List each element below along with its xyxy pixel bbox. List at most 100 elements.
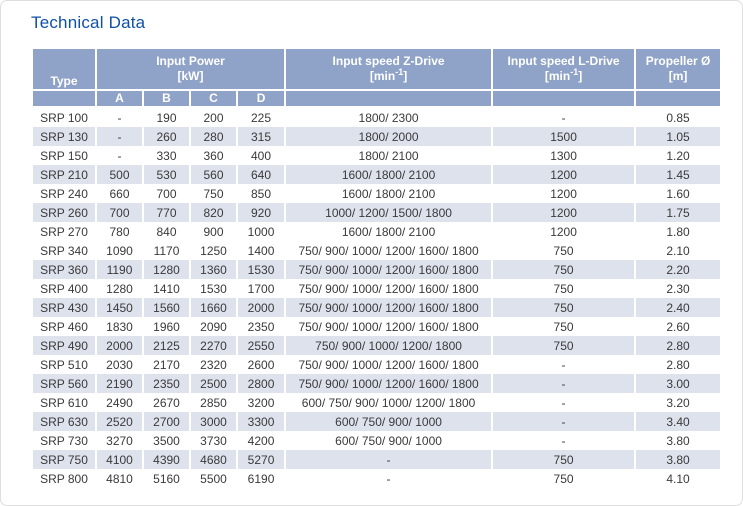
cell-a: 4100 <box>96 450 143 469</box>
cell-d: 3200 <box>237 393 285 412</box>
cell-c: 1530 <box>190 279 237 298</box>
cell-propeller: 1.80 <box>635 222 721 241</box>
cell-propeller: 4.10 <box>635 469 721 488</box>
header-l-drive-unit: [min-1] <box>493 69 634 84</box>
cell-l-drive: - <box>492 355 635 374</box>
table-row: SRP 5102030217023202600750/ 900/ 1000/ 1… <box>32 355 721 374</box>
cell-a: 1830 <box>96 317 143 336</box>
cell-c: 280 <box>190 127 237 146</box>
cell-d: 3300 <box>237 412 285 431</box>
cell-b: 1280 <box>143 260 190 279</box>
cell-b: 1410 <box>143 279 190 298</box>
cell-d: 1400 <box>237 241 285 260</box>
cell-z-drive: - <box>285 469 492 488</box>
cell-z-drive: 750/ 900/ 1000/ 1200/ 1600/ 1800 <box>285 317 492 336</box>
cell-b: 2350 <box>143 374 190 393</box>
cell-type: SRP 360 <box>32 260 96 279</box>
table-header: Type Input Power [kW] Input speed Z-Driv… <box>32 48 721 107</box>
cell-d: 1700 <box>237 279 285 298</box>
cell-d: 2550 <box>237 336 285 355</box>
table-row: SRP 6102490267028503200600/ 750/ 900/ 10… <box>32 393 721 412</box>
cell-l-drive: 1200 <box>492 222 635 241</box>
table-row: SRP 2607007708209201000/ 1200/ 1500/ 180… <box>32 203 721 222</box>
cell-b: 5160 <box>143 469 190 488</box>
table-row: SRP 6302520270030003300600/ 750/ 900/ 10… <box>32 412 721 431</box>
cell-type: SRP 260 <box>32 203 96 222</box>
cell-a: 700 <box>96 203 143 222</box>
cell-z-drive: 1800/ 2300 <box>285 107 492 127</box>
cell-c: 900 <box>190 222 237 241</box>
cell-z-drive: 1800/ 2000 <box>285 127 492 146</box>
cell-d: 920 <box>237 203 285 222</box>
cell-b: 3500 <box>143 431 190 450</box>
cell-propeller: 3.00 <box>635 374 721 393</box>
cell-propeller: 2.40 <box>635 298 721 317</box>
subheader-c: C <box>190 90 237 107</box>
cell-l-drive: 750 <box>492 260 635 279</box>
cell-z-drive: 750/ 900/ 1000/ 1200/ 1800 <box>285 336 492 355</box>
cell-propeller: 3.40 <box>635 412 721 431</box>
cell-type: SRP 430 <box>32 298 96 317</box>
cell-propeller: 2.60 <box>635 317 721 336</box>
header-input-power: Input Power [kW] <box>96 48 285 90</box>
cell-d: 2000 <box>237 298 285 317</box>
cell-l-drive: 750 <box>492 469 635 488</box>
cell-c: 2090 <box>190 317 237 336</box>
cell-propeller: 3.80 <box>635 431 721 450</box>
cell-z-drive: 1800/ 2100 <box>285 146 492 165</box>
cell-d: 5270 <box>237 450 285 469</box>
cell-propeller: 3.20 <box>635 393 721 412</box>
cell-propeller: 2.80 <box>635 336 721 355</box>
cell-c: 5500 <box>190 469 237 488</box>
header-propeller: Propeller Ø [m] <box>635 48 721 90</box>
cell-type: SRP 510 <box>32 355 96 374</box>
header-z-drive-unit: [min-1] <box>286 69 491 84</box>
table-row: SRP 130-2602803151800/ 200015001.05 <box>32 127 721 146</box>
cell-l-drive: - <box>492 374 635 393</box>
cell-b: 260 <box>143 127 190 146</box>
cell-b: 2700 <box>143 412 190 431</box>
cell-b: 1960 <box>143 317 190 336</box>
cell-d: 640 <box>237 165 285 184</box>
table-row: SRP 7303270350037304200600/ 750/ 900/ 10… <box>32 431 721 450</box>
cell-propeller: 3.80 <box>635 450 721 469</box>
table-row: SRP 4601830196020902350750/ 900/ 1000/ 1… <box>32 317 721 336</box>
cell-a: 1450 <box>96 298 143 317</box>
cell-l-drive: 750 <box>492 450 635 469</box>
table-row: SRP 5602190235025002800750/ 900/ 1000/ 1… <box>32 374 721 393</box>
header-propeller-label: Propeller Ø <box>636 54 720 69</box>
cell-c: 1660 <box>190 298 237 317</box>
cell-b: 2125 <box>143 336 190 355</box>
subheader-d: D <box>237 90 285 107</box>
cell-l-drive: 750 <box>492 317 635 336</box>
cell-c: 3730 <box>190 431 237 450</box>
cell-b: 530 <box>143 165 190 184</box>
cell-c: 3000 <box>190 412 237 431</box>
cell-d: 2600 <box>237 355 285 374</box>
cell-d: 225 <box>237 107 285 127</box>
cell-c: 1360 <box>190 260 237 279</box>
cell-c: 1250 <box>190 241 237 260</box>
cell-propeller: 1.45 <box>635 165 721 184</box>
cell-a: 1280 <box>96 279 143 298</box>
cell-l-drive: - <box>492 393 635 412</box>
cell-a: 2490 <box>96 393 143 412</box>
cell-l-drive: - <box>492 412 635 431</box>
cell-type: SRP 100 <box>32 107 96 127</box>
cell-type: SRP 800 <box>32 469 96 488</box>
cell-b: 2670 <box>143 393 190 412</box>
cell-b: 330 <box>143 146 190 165</box>
cell-a: 2190 <box>96 374 143 393</box>
cell-d: 6190 <box>237 469 285 488</box>
cell-c: 2320 <box>190 355 237 374</box>
cell-propeller: 0.85 <box>635 107 721 127</box>
cell-z-drive: 750/ 900/ 1000/ 1200/ 1600/ 1800 <box>285 298 492 317</box>
technical-data-table: Type Input Power [kW] Input speed Z-Driv… <box>31 47 722 488</box>
header-row-main: Type Input Power [kW] Input speed Z-Driv… <box>32 48 721 90</box>
cell-l-drive: 750 <box>492 336 635 355</box>
cell-l-drive: 1200 <box>492 184 635 203</box>
cell-z-drive: 1600/ 1800/ 2100 <box>285 184 492 203</box>
cell-d: 400 <box>237 146 285 165</box>
cell-z-drive: 750/ 900/ 1000/ 1200/ 1600/ 1800 <box>285 241 492 260</box>
cell-type: SRP 340 <box>32 241 96 260</box>
